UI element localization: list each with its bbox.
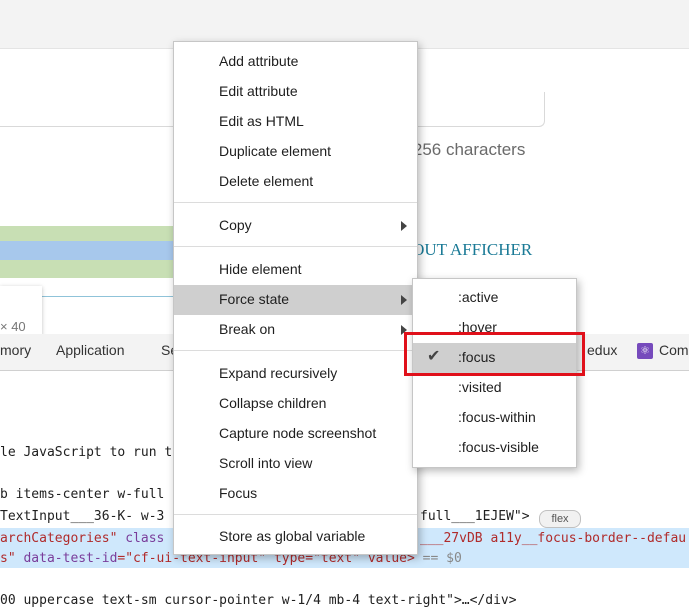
- force-state-active[interactable]: :active: [413, 283, 576, 313]
- menu-separator: [174, 350, 417, 351]
- code-attr-name: class: [117, 531, 165, 546]
- submenu-arrow-icon: [401, 295, 407, 305]
- code-attr-value-2: hCategories": [23, 531, 118, 546]
- tab-components[interactable]: Com: [659, 342, 689, 358]
- code-line-4-tail[interactable]: ___27vDB a11y__focus-border--defau: [420, 531, 686, 546]
- flex-badge[interactable]: flex: [539, 510, 581, 528]
- code-attr-name-2: data-test-id: [15, 551, 118, 566]
- element-content-highlight: [0, 241, 176, 260]
- menu-item-edit-as-html[interactable]: Edit as HTML: [174, 107, 417, 137]
- submenu-item-label: :focus-visible: [458, 439, 539, 455]
- code-line-1: le JavaScript to run t: [0, 445, 173, 460]
- force-state-focus-within[interactable]: :focus-within: [413, 403, 576, 433]
- menu-item-add-attribute[interactable]: Add attribute: [174, 47, 417, 77]
- menu-item-collapse-children[interactable]: Collapse children: [174, 389, 417, 419]
- menu-item-hide-element[interactable]: Hide element: [174, 255, 417, 285]
- menu-item-scroll-into-view[interactable]: Scroll into view: [174, 449, 417, 479]
- force-state-focus-visible[interactable]: :focus-visible: [413, 433, 576, 463]
- submenu-item-label: :visited: [458, 379, 502, 395]
- menu-item-expand-recursively[interactable]: Expand recursively: [174, 359, 417, 389]
- submenu-arrow-icon: [401, 221, 407, 231]
- show-all-link[interactable]: TOUT AFFICHER: [402, 240, 532, 260]
- menu-item-label: Edit attribute: [219, 83, 298, 99]
- code-line-2[interactable]: b items-center w-full: [0, 487, 164, 502]
- menu-item-force-state[interactable]: Force state: [174, 285, 417, 315]
- menu-item-label: Break on: [219, 321, 276, 337]
- menu-item-label: Copy: [219, 217, 252, 233]
- menu-item-focus[interactable]: Focus: [174, 479, 417, 509]
- menu-item-delete-element[interactable]: Delete element: [174, 167, 417, 197]
- menu-item-label: Focus: [219, 485, 258, 501]
- menu-item-copy[interactable]: Copy: [174, 211, 417, 241]
- menu-item-label: Store as global variable: [219, 528, 366, 544]
- tab-redux[interactable]: edux: [587, 342, 617, 358]
- code-attr-value-3: s": [0, 551, 16, 566]
- code-line-6[interactable]: 00 uppercase text-sm cursor-pointer w-1/…: [0, 593, 517, 608]
- menu-item-edit-attribute[interactable]: Edit attribute: [174, 77, 417, 107]
- menu-item-label: Duplicate element: [219, 143, 332, 159]
- code-attr-value: arc: [0, 531, 24, 546]
- element-dimensions: × 40: [0, 319, 26, 334]
- force-state-visited[interactable]: :visited: [413, 373, 576, 403]
- menu-item-label: Collapse children: [219, 395, 327, 411]
- code-line-3b[interactable]: full___1EJEW">: [420, 509, 530, 524]
- code-line-4[interactable]: archCategories" class: [0, 531, 164, 546]
- menu-item-label: Capture node screenshot: [219, 425, 377, 441]
- menu-item-label: Add attribute: [219, 53, 299, 69]
- highlight-annotation-box: [404, 332, 585, 376]
- menu-item-label: Force state: [219, 291, 290, 307]
- menu-separator: [174, 202, 417, 203]
- redux-icon: ⚛: [637, 343, 653, 359]
- menu-separator: [174, 246, 417, 247]
- menu-item-label: Expand recursively: [219, 365, 338, 381]
- context-menu: Add attribute Edit attribute Edit as HTM…: [173, 41, 418, 555]
- tab-application[interactable]: Application: [56, 342, 125, 358]
- tab-memory[interactable]: mory: [0, 342, 31, 358]
- menu-item-capture-node-screenshot[interactable]: Capture node screenshot: [174, 419, 417, 449]
- menu-separator: [174, 514, 417, 515]
- menu-item-break-on[interactable]: Break on: [174, 315, 417, 345]
- submenu-item-label: :active: [458, 289, 499, 305]
- menu-item-duplicate-element[interactable]: Duplicate element: [174, 137, 417, 167]
- menu-item-label: Edit as HTML: [219, 113, 304, 129]
- menu-item-label: Delete element: [219, 173, 314, 189]
- menu-item-label: Hide element: [219, 261, 302, 277]
- menu-item-label: Scroll into view: [219, 455, 313, 471]
- selected-node-marker: == $0: [414, 551, 462, 566]
- code-line-3a[interactable]: TextInput___36-K- w-3: [0, 509, 164, 524]
- submenu-item-label: :focus-within: [458, 409, 536, 425]
- menu-item-store-as-global-variable[interactable]: Store as global variable: [174, 522, 417, 552]
